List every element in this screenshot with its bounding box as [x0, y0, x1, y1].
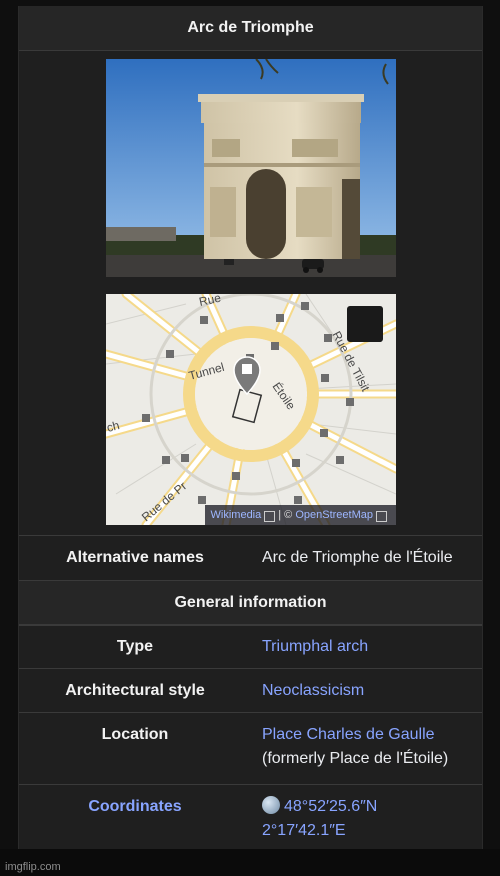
coordinates-longitude[interactable]: 2°17′42.1″E	[262, 822, 346, 839]
external-link-icon	[264, 510, 276, 522]
label-location: Location	[101, 726, 169, 743]
link-triumphal-arch[interactable]: Triumphal arch	[262, 638, 368, 655]
infobox-title: Arc de Triomphe	[19, 6, 482, 51]
link-neoclassicism[interactable]: Neoclassicism	[262, 682, 364, 699]
row-type: Type Triumphal arch	[19, 624, 482, 669]
location-map[interactable]: Tunnel Étoile Rue de Tilsit Rue de Pr Ru…	[106, 294, 396, 525]
row-architectural-style: Architectural style Neoclassicism	[19, 668, 482, 713]
fullscreen-icon[interactable]	[347, 306, 383, 342]
openstreetmap-link[interactable]: OpenStreetMap	[295, 509, 373, 521]
external-link-icon	[376, 510, 387, 522]
link-place-charles-de-gaulle[interactable]: Place Charles de Gaulle	[262, 726, 435, 743]
location-note: (formerly Place de l'Étoile)	[262, 750, 449, 767]
globe-icon[interactable]	[262, 796, 280, 814]
map-attribution: Wikimedia | © OpenStreetMap	[204, 505, 396, 525]
row-alternative-names: Alternative names Arc de Triomphe de l'É…	[19, 535, 482, 580]
link-coordinates[interactable]: Coordinates	[88, 798, 181, 815]
label-type: Type	[116, 638, 154, 655]
imgflip-watermark: imgflip.com	[5, 861, 61, 873]
wikimedia-link[interactable]: Wikimedia	[211, 509, 262, 521]
infobox: Arc de Triomphe Tunnel Étoile Rue de Til…	[18, 6, 483, 849]
coordinates-latitude[interactable]: 48°52′25.6″N	[284, 798, 377, 815]
attribution-separator: | ©	[278, 509, 293, 521]
label-architectural-style: Architectural style	[65, 682, 205, 699]
label-alternative-names: Alternative names	[66, 549, 204, 566]
row-location: Location Place Charles de Gaulle (former…	[19, 712, 482, 785]
imgflip-watermark-bar: imgflip.com	[0, 849, 500, 876]
section-general-information: General information	[19, 580, 482, 626]
value-alternative-names: Arc de Triomphe de l'Étoile	[262, 549, 453, 566]
arc-de-triomphe-photo[interactable]	[106, 59, 396, 277]
row-coordinates: Coordinates 48°52′25.6″N 2°17′42.1″E	[19, 784, 482, 850]
